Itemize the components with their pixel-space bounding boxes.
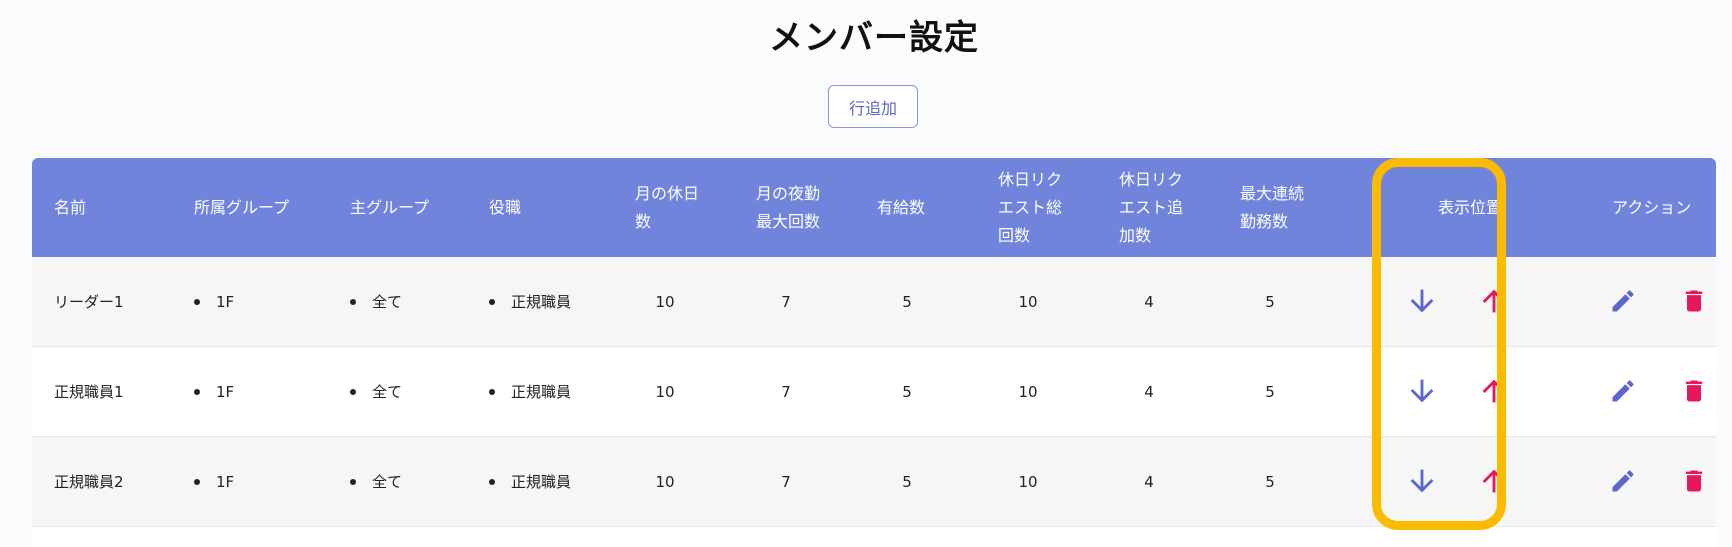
add-row-button[interactable]: 行追加 — [828, 85, 918, 128]
table-row: 正規職員1 1F 全て 正規職員 10 7 5 10 4 5 — [32, 347, 1716, 437]
move-up-button[interactable] — [1474, 371, 1514, 411]
cell-max-consecutive: 5 — [1265, 292, 1275, 311]
delete-button[interactable] — [1674, 281, 1714, 321]
cell-monthly-holidays: 10 — [655, 382, 675, 401]
arrow-up-icon — [1482, 469, 1506, 493]
table-row: 正規職員2 1F 全て 正規職員 10 7 5 10 4 5 — [32, 437, 1716, 527]
move-down-button[interactable] — [1402, 281, 1442, 321]
move-up-button[interactable] — [1474, 461, 1514, 501]
cell-monthly-holidays: 10 — [655, 472, 675, 491]
table-header: 名前 所属グループ 主グループ 役職 月の休日数 月の夜勤 最大回数 有給数 休日… — [32, 158, 1716, 257]
move-up-button[interactable] — [1474, 281, 1514, 321]
arrow-up-icon — [1482, 289, 1506, 313]
cell-main-group: 全て — [350, 347, 402, 436]
member-table: 名前 所属グループ 主グループ 役職 月の休日数 月の夜勤 最大回数 有給数 休日… — [32, 158, 1716, 547]
header-monthly-holidays: 月の休日数 — [635, 183, 700, 231]
edit-button[interactable] — [1603, 461, 1643, 501]
header-role: 役職 — [489, 197, 522, 217]
delete-button[interactable] — [1674, 371, 1714, 411]
cell-name: 正規職員2 — [54, 473, 124, 491]
cell-main-group: 全て — [350, 257, 402, 346]
page-title: メンバー設定 — [769, 18, 979, 58]
cell-role: 正規職員 — [489, 437, 571, 526]
cell-name: 正規職員1 — [54, 383, 124, 401]
edit-button[interactable] — [1603, 281, 1643, 321]
cell-group: 1F — [194, 437, 234, 526]
cell-paid-leave: 5 — [902, 292, 912, 311]
move-down-button[interactable] — [1402, 371, 1442, 411]
header-max-consecutive: 最大連続 勤務数 — [1240, 183, 1305, 231]
arrow-down-icon — [1410, 469, 1434, 493]
table-row-partial — [32, 527, 1716, 547]
header-holiday-request-extra: 休日リク エスト追 加数 — [1119, 169, 1184, 245]
cell-max-night-shifts: 7 — [781, 382, 791, 401]
cell-holiday-request-extra: 4 — [1144, 472, 1154, 491]
header-paid-leave: 有給数 — [877, 197, 926, 217]
header-actions: アクション — [1612, 197, 1692, 217]
header-position: 表示位置 — [1437, 197, 1502, 217]
cell-name: リーダー1 — [54, 293, 124, 311]
cell-paid-leave: 5 — [902, 472, 912, 491]
cell-holiday-request-extra: 4 — [1144, 292, 1154, 311]
cell-main-group: 全て — [350, 437, 402, 526]
cell-monthly-holidays: 10 — [655, 292, 675, 311]
trash-icon — [1685, 290, 1703, 312]
cell-max-night-shifts: 7 — [781, 472, 791, 491]
cell-holiday-request-total: 10 — [1018, 472, 1038, 491]
cell-max-consecutive: 5 — [1265, 382, 1275, 401]
header-max-night-shifts: 月の夜勤 最大回数 — [756, 183, 821, 231]
cell-role: 正規職員 — [489, 347, 571, 436]
arrow-down-icon — [1410, 289, 1434, 313]
cell-holiday-request-extra: 4 — [1144, 382, 1154, 401]
pencil-icon — [1612, 380, 1634, 402]
cell-max-consecutive: 5 — [1265, 472, 1275, 491]
header-holiday-request-total: 休日リク エスト総 回数 — [998, 169, 1063, 245]
cell-holiday-request-total: 10 — [1018, 292, 1038, 311]
cell-group: 1F — [194, 257, 234, 346]
table-row: リーダー1 1F 全て 正規職員 10 7 5 10 4 5 — [32, 257, 1716, 347]
trash-icon — [1685, 380, 1703, 402]
edit-button[interactable] — [1603, 371, 1643, 411]
arrow-down-icon — [1410, 379, 1434, 403]
move-down-button[interactable] — [1402, 461, 1442, 501]
arrow-up-icon — [1482, 379, 1506, 403]
cell-role: 正規職員 — [489, 257, 571, 346]
delete-button[interactable] — [1674, 461, 1714, 501]
cell-holiday-request-total: 10 — [1018, 382, 1038, 401]
header-name: 名前 — [54, 197, 87, 217]
pencil-icon — [1612, 470, 1634, 492]
pencil-icon — [1612, 290, 1634, 312]
header-main-group: 主グループ — [350, 197, 430, 217]
cell-max-night-shifts: 7 — [781, 292, 791, 311]
cell-group: 1F — [194, 347, 234, 436]
header-group: 所属グループ — [194, 197, 290, 217]
cell-paid-leave: 5 — [902, 382, 912, 401]
trash-icon — [1685, 470, 1703, 492]
